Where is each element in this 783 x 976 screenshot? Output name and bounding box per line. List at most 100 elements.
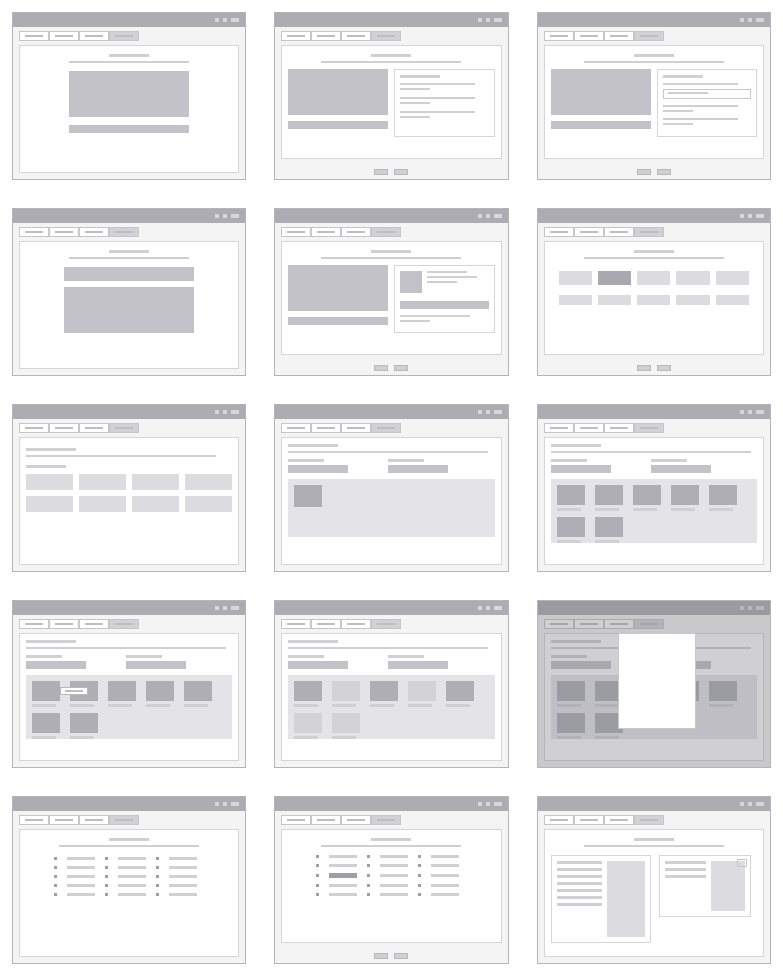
thumb[interactable]	[146, 681, 174, 701]
category-tab[interactable]	[559, 271, 592, 285]
tab[interactable]	[311, 815, 341, 825]
tab-active[interactable]	[371, 423, 401, 433]
category-tab[interactable]	[637, 271, 670, 285]
tab[interactable]	[574, 815, 604, 825]
thumb[interactable]	[557, 517, 585, 537]
tab[interactable]	[19, 423, 49, 433]
thumb-disabled[interactable]	[332, 681, 360, 701]
thumb-disabled[interactable]	[294, 713, 322, 733]
category-tab[interactable]	[716, 271, 749, 285]
thumb[interactable]	[32, 681, 60, 701]
thumb[interactable]	[595, 517, 623, 537]
pager-next[interactable]	[394, 169, 408, 175]
tab-active[interactable]	[634, 423, 664, 433]
tab[interactable]	[311, 31, 341, 41]
pager-next[interactable]	[394, 953, 408, 959]
tab[interactable]	[79, 227, 109, 237]
pager-prev[interactable]	[637, 365, 651, 371]
list-row-selected[interactable]	[316, 873, 466, 878]
tab[interactable]	[604, 423, 634, 433]
thumb-disabled[interactable]	[408, 681, 436, 701]
thumb[interactable]	[709, 485, 737, 505]
tab[interactable]	[574, 423, 604, 433]
thumb[interactable]	[446, 681, 474, 701]
tab[interactable]	[311, 227, 341, 237]
page-title	[371, 250, 411, 253]
tab-active[interactable]	[109, 423, 139, 433]
pager-prev[interactable]	[374, 365, 388, 371]
pager-next[interactable]	[657, 365, 671, 371]
tab[interactable]	[49, 31, 79, 41]
thumb-disabled[interactable]	[332, 713, 360, 733]
tab-active[interactable]	[371, 815, 401, 825]
tab[interactable]	[79, 815, 109, 825]
tab[interactable]	[281, 815, 311, 825]
tab[interactable]	[49, 815, 79, 825]
tab-active[interactable]	[371, 31, 401, 41]
pager-next[interactable]	[657, 169, 671, 175]
tab-active[interactable]	[109, 31, 139, 41]
wireframe-thumb-grid-tooltip	[12, 600, 246, 768]
tab[interactable]	[311, 423, 341, 433]
close-icon[interactable]	[737, 859, 747, 867]
tab[interactable]	[341, 423, 371, 433]
tab[interactable]	[544, 815, 574, 825]
tab[interactable]	[79, 423, 109, 433]
tab[interactable]	[49, 227, 79, 237]
tab[interactable]	[281, 31, 311, 41]
tab[interactable]	[19, 619, 49, 629]
tab-active[interactable]	[634, 227, 664, 237]
category-tab-active[interactable]	[598, 271, 631, 285]
tab-active[interactable]	[109, 227, 139, 237]
thumb[interactable]	[370, 681, 398, 701]
thumb[interactable]	[595, 485, 623, 505]
thumb[interactable]	[294, 681, 322, 701]
tab-active[interactable]	[634, 31, 664, 41]
tab[interactable]	[281, 227, 311, 237]
wireframe-hero-two-bars	[12, 208, 246, 376]
tab[interactable]	[341, 815, 371, 825]
tab[interactable]	[341, 619, 371, 629]
tab[interactable]	[79, 619, 109, 629]
tab[interactable]	[311, 619, 341, 629]
thumb[interactable]	[671, 485, 699, 505]
text-input[interactable]	[663, 89, 751, 99]
tab[interactable]	[574, 31, 604, 41]
tab[interactable]	[341, 31, 371, 41]
thumb[interactable]	[633, 485, 661, 505]
tab[interactable]	[544, 227, 574, 237]
caption	[716, 295, 749, 305]
tab[interactable]	[19, 227, 49, 237]
tab-active[interactable]	[634, 815, 664, 825]
tab[interactable]	[281, 423, 311, 433]
tab[interactable]	[604, 227, 634, 237]
pager-next[interactable]	[394, 365, 408, 371]
pager-prev[interactable]	[374, 953, 388, 959]
pager-prev[interactable]	[374, 169, 388, 175]
tab[interactable]	[19, 815, 49, 825]
tab-active[interactable]	[371, 227, 401, 237]
tab[interactable]	[604, 815, 634, 825]
thumb[interactable]	[70, 713, 98, 733]
tab[interactable]	[544, 31, 574, 41]
tab[interactable]	[574, 227, 604, 237]
tab[interactable]	[79, 31, 109, 41]
modal-dialog[interactable]	[618, 633, 696, 729]
tab[interactable]	[281, 619, 311, 629]
tab-active[interactable]	[371, 619, 401, 629]
thumb[interactable]	[108, 681, 136, 701]
tab[interactable]	[341, 227, 371, 237]
thumb[interactable]	[294, 485, 322, 507]
tab-active[interactable]	[109, 815, 139, 825]
tab[interactable]	[49, 423, 79, 433]
tab[interactable]	[544, 423, 574, 433]
pager-prev[interactable]	[637, 169, 651, 175]
tab[interactable]	[604, 31, 634, 41]
thumb[interactable]	[184, 681, 212, 701]
tab[interactable]	[19, 31, 49, 41]
category-tab[interactable]	[676, 271, 709, 285]
thumb[interactable]	[557, 485, 585, 505]
tab[interactable]	[49, 619, 79, 629]
thumb[interactable]	[32, 713, 60, 733]
tab-active[interactable]	[109, 619, 139, 629]
